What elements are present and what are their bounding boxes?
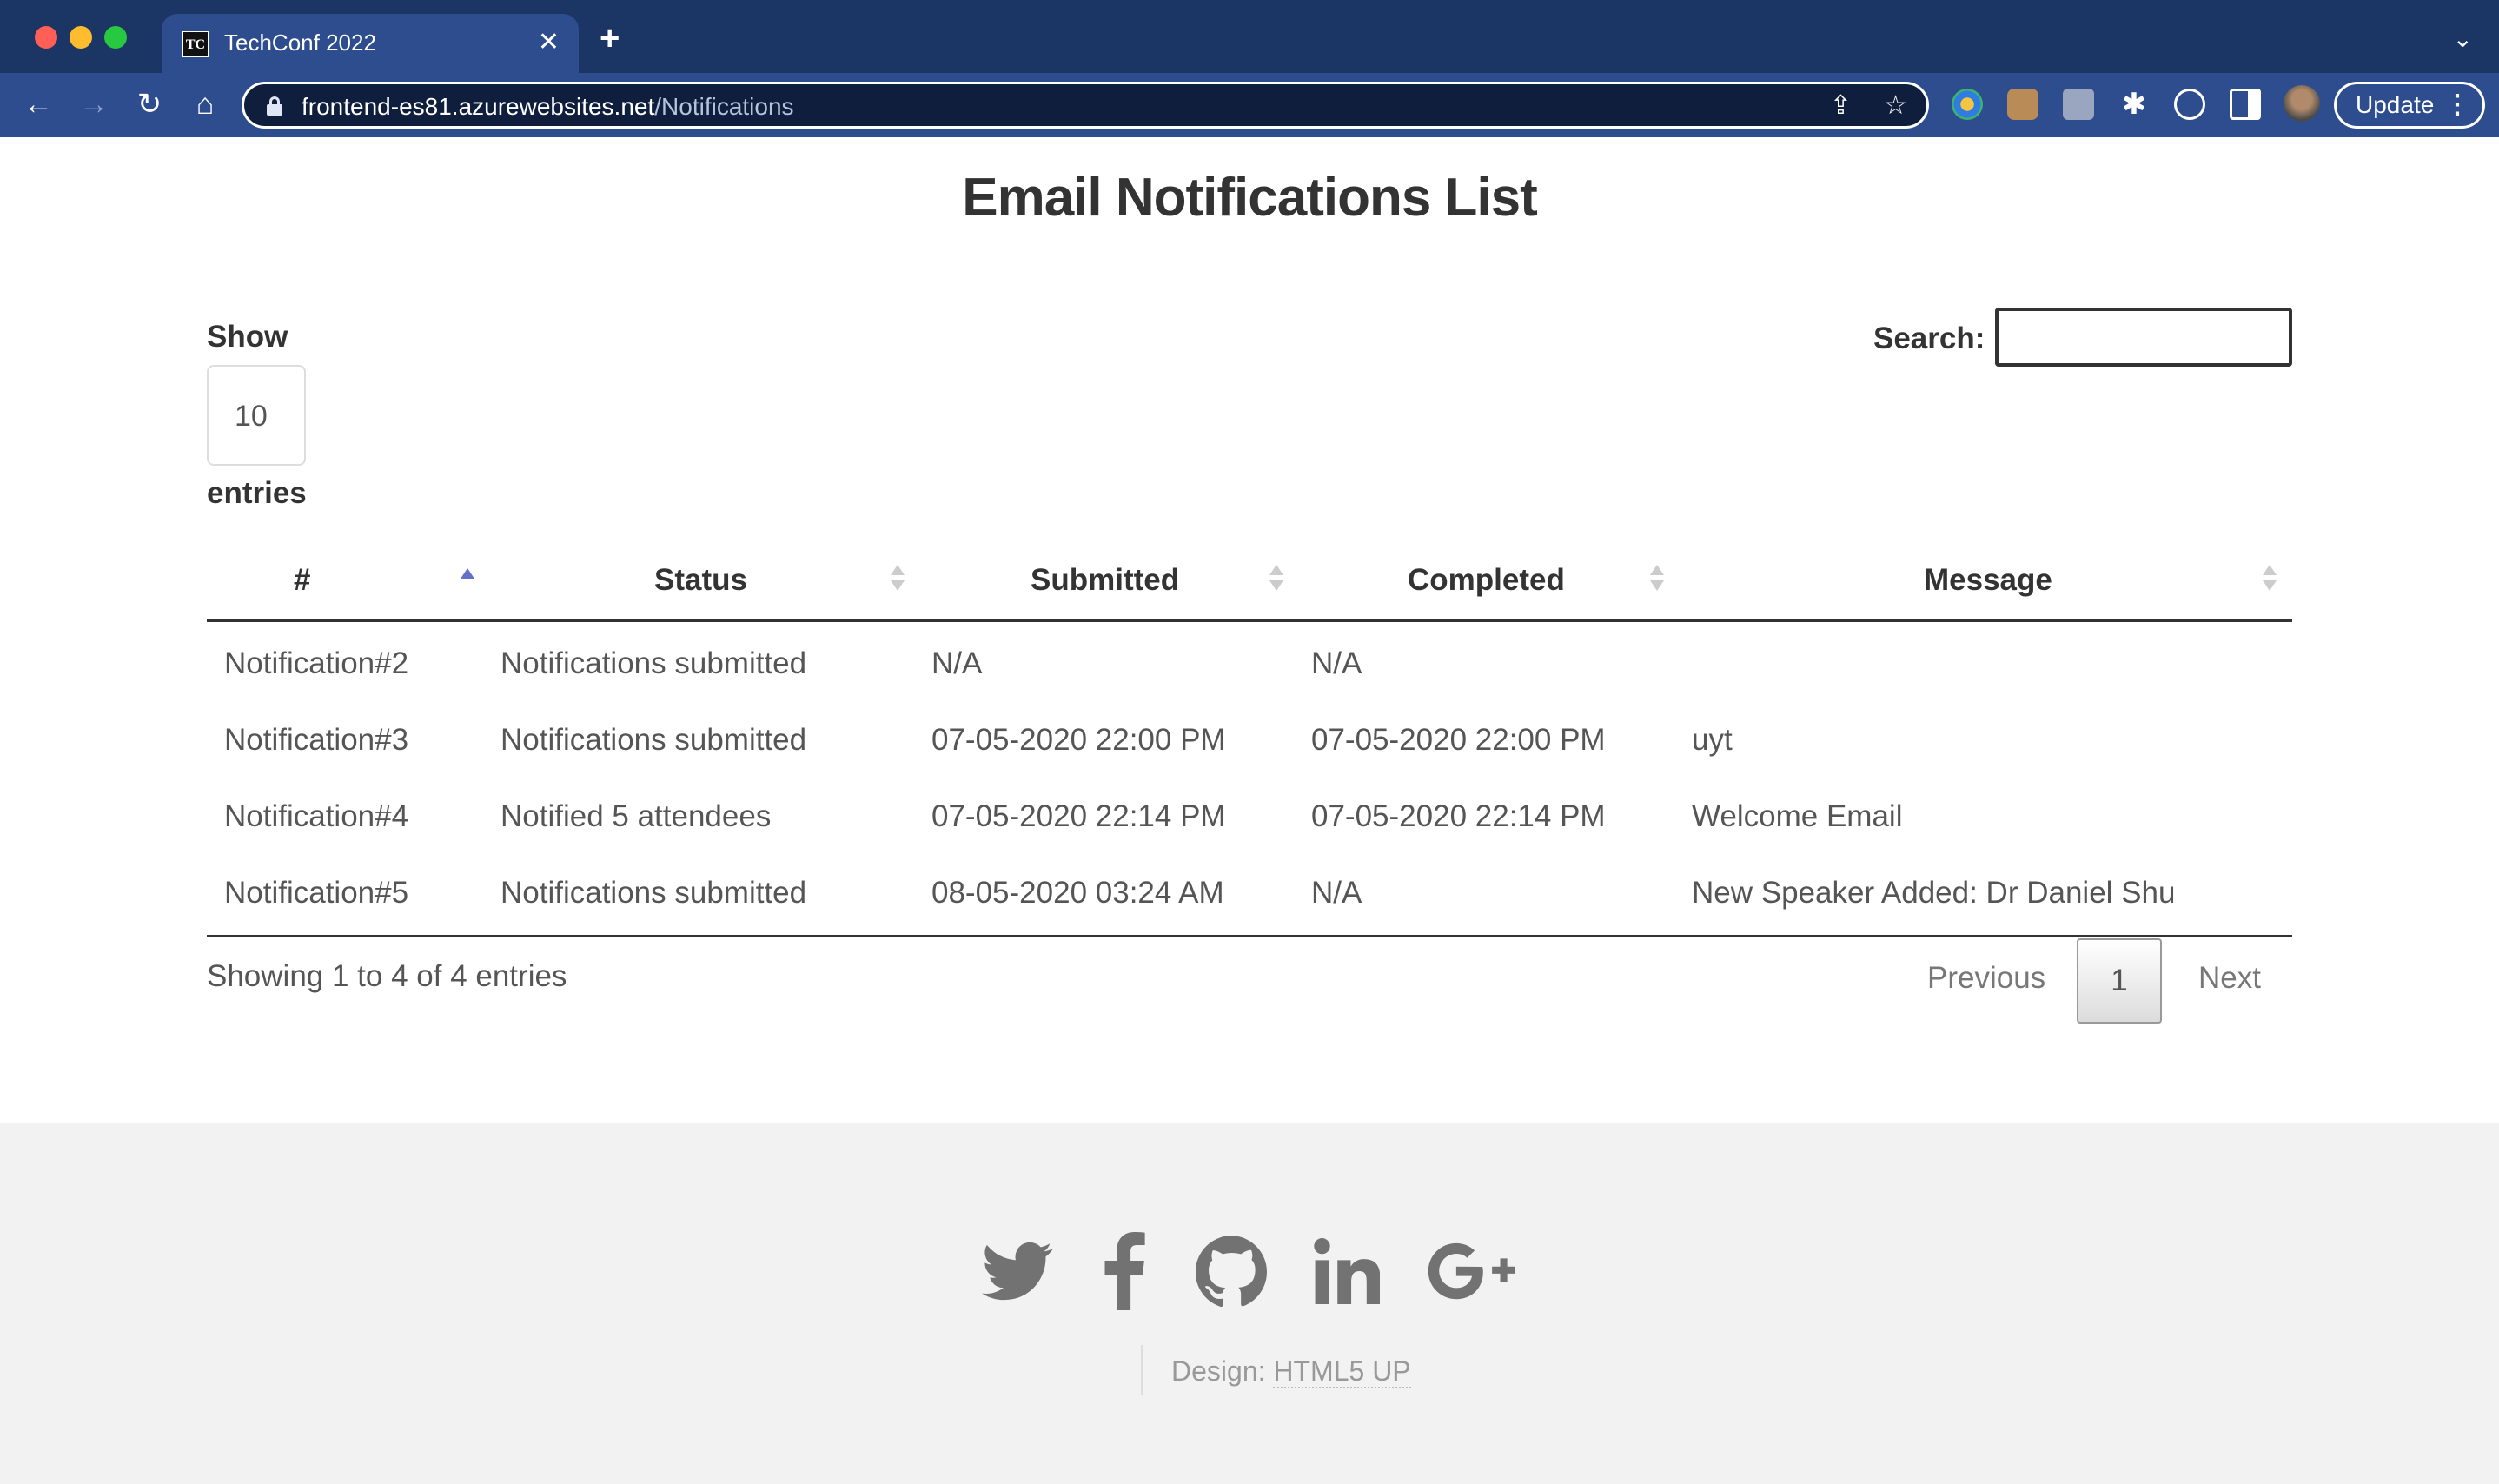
profile-avatar[interactable] bbox=[2284, 85, 2320, 122]
footer-divider bbox=[1141, 1345, 1143, 1395]
tab-title: TechConf 2022 bbox=[224, 30, 376, 56]
column-header-completed[interactable]: Completed bbox=[1408, 563, 1565, 598]
facebook-icon[interactable] bbox=[1102, 1232, 1147, 1310]
camera-extension-icon[interactable] bbox=[2063, 89, 2094, 120]
cell-number: Notification#3 bbox=[224, 723, 409, 757]
minimize-window-button[interactable] bbox=[70, 26, 92, 49]
cell-completed: N/A bbox=[1311, 876, 1362, 910]
table-row: Notification#5 Notifications submitted 0… bbox=[207, 857, 2292, 933]
search-input[interactable] bbox=[1995, 308, 2292, 367]
sort-ascending-icon[interactable] bbox=[459, 565, 476, 594]
cell-number: Notification#5 bbox=[224, 876, 409, 910]
footer: Design: HTML5 UP bbox=[0, 1123, 2499, 1484]
page-1-button[interactable]: 1 bbox=[2077, 938, 2162, 1024]
cell-completed: N/A bbox=[1311, 646, 1362, 680]
table-header: # Status Submitted Completed Message bbox=[207, 540, 2292, 622]
puzzle-extensions-icon[interactable]: ✱ bbox=[2118, 89, 2150, 120]
entries-per-page-select[interactable]: 10 bbox=[207, 365, 306, 466]
cell-status: Notified 5 attendees bbox=[500, 799, 772, 833]
cell-submitted: 07-05-2020 22:00 PM bbox=[931, 723, 1226, 757]
column-header-number[interactable]: # bbox=[294, 563, 310, 598]
table-row: Notification#2 Notifications submitted N… bbox=[207, 627, 2292, 704]
sort-completed-icon[interactable] bbox=[1648, 565, 1666, 594]
more-menu-icon[interactable]: ⋮ bbox=[2444, 84, 2470, 126]
tab-techconf[interactable]: TC TechConf 2022 ✕ bbox=[162, 14, 579, 73]
column-header-message[interactable]: Message bbox=[1924, 563, 2052, 598]
sort-message-icon[interactable] bbox=[2261, 565, 2278, 594]
update-label: Update bbox=[2356, 91, 2435, 118]
github-icon[interactable] bbox=[1195, 1232, 1269, 1310]
notifications-table: # Status Submitted Completed Message Not… bbox=[207, 540, 2292, 937]
address-bar[interactable]: frontend-es81.azurewebsites.net/Notifica… bbox=[242, 82, 1929, 129]
table-body: Notification#2 Notifications submitted N… bbox=[207, 622, 2292, 937]
cell-number: Notification#2 bbox=[224, 646, 409, 680]
close-window-button[interactable] bbox=[35, 26, 57, 49]
column-header-submitted[interactable]: Submitted bbox=[1031, 563, 1179, 598]
twitter-icon[interactable] bbox=[982, 1232, 1053, 1310]
cell-number: Notification#4 bbox=[224, 799, 409, 833]
extension-note-icon[interactable] bbox=[2007, 89, 2038, 120]
url-text[interactable]: frontend-es81.azurewebsites.net/Notifica… bbox=[302, 93, 794, 121]
favicon-icon: TC bbox=[182, 31, 209, 57]
browser-toolbar: ← → ↻ ⌂ frontend-es81.azurewebsites.net/… bbox=[0, 73, 2499, 137]
reload-icon[interactable]: ↻ bbox=[129, 83, 170, 125]
home-icon[interactable]: ⌂ bbox=[184, 83, 226, 125]
side-panel-icon[interactable] bbox=[2230, 89, 2261, 120]
sort-status-icon[interactable] bbox=[889, 565, 906, 594]
bookmark-star-icon[interactable]: ☆ bbox=[1884, 91, 1907, 121]
table-row: Notification#3 Notifications submitted 0… bbox=[207, 704, 2292, 780]
entries-label: entries bbox=[207, 476, 307, 510]
credit-prefix: Design: bbox=[1171, 1355, 1266, 1387]
cell-completed: 07-05-2020 22:00 PM bbox=[1311, 723, 1606, 757]
table-info: Showing 1 to 4 of 4 entries bbox=[207, 959, 567, 993]
design-credit: Design: HTML5 UP bbox=[1171, 1355, 1411, 1388]
cell-message: Welcome Email bbox=[1692, 799, 1903, 833]
browser-chrome: TC TechConf 2022 ✕ + ⌄ ← → ↻ ⌂ frontend-… bbox=[0, 0, 2499, 137]
new-tab-icon[interactable]: + bbox=[600, 21, 620, 56]
next-page-button[interactable]: Next bbox=[2198, 961, 2261, 996]
previous-page-button[interactable]: Previous bbox=[1927, 961, 2045, 996]
share-icon[interactable]: ⇪ bbox=[1830, 91, 1852, 121]
sync-extension-icon[interactable] bbox=[2174, 89, 2205, 120]
cell-message: uyt bbox=[1692, 723, 1733, 757]
cell-submitted: 08-05-2020 03:24 AM bbox=[931, 876, 1224, 910]
cell-completed: 07-05-2020 22:14 PM bbox=[1311, 799, 1606, 833]
url-host: frontend-es81.azurewebsites.net bbox=[302, 93, 655, 120]
cell-submitted: 07-05-2020 22:14 PM bbox=[931, 799, 1226, 833]
cell-status: Notifications submitted bbox=[500, 876, 807, 910]
show-label: Show bbox=[207, 320, 288, 354]
update-button[interactable]: Update ⋮ bbox=[2334, 82, 2485, 129]
html5up-link[interactable]: HTML5 UP bbox=[1273, 1355, 1411, 1388]
table-row: Notification#4 Notified 5 attendees 07-0… bbox=[207, 780, 2292, 857]
page-title: Email Notifications List bbox=[962, 168, 1538, 228]
lock-icon[interactable] bbox=[267, 96, 282, 116]
url-path: /Notifications bbox=[654, 93, 794, 120]
cell-status: Notifications submitted bbox=[500, 723, 807, 757]
extension-color-icon[interactable] bbox=[1952, 89, 1983, 120]
forward-icon[interactable]: → bbox=[73, 83, 115, 125]
maximize-window-button[interactable] bbox=[104, 26, 127, 49]
back-icon[interactable]: ← bbox=[17, 83, 59, 125]
sort-submitted-icon[interactable] bbox=[1268, 565, 1285, 594]
google-plus-icon[interactable] bbox=[1428, 1232, 1515, 1310]
cell-message: New Speaker Added: Dr Daniel Shu bbox=[1692, 876, 2176, 910]
tab-strip: TC TechConf 2022 ✕ + ⌄ bbox=[0, 0, 2499, 73]
cell-status: Notifications submitted bbox=[500, 646, 807, 680]
tab-close-icon[interactable]: ✕ bbox=[538, 28, 560, 57]
cell-submitted: N/A bbox=[931, 646, 983, 680]
search-label: Search: bbox=[1873, 321, 1985, 355]
tab-search-chevron-icon[interactable]: ⌄ bbox=[2453, 24, 2473, 53]
linkedin-icon[interactable] bbox=[1314, 1232, 1381, 1310]
column-header-status[interactable]: Status bbox=[654, 563, 747, 598]
